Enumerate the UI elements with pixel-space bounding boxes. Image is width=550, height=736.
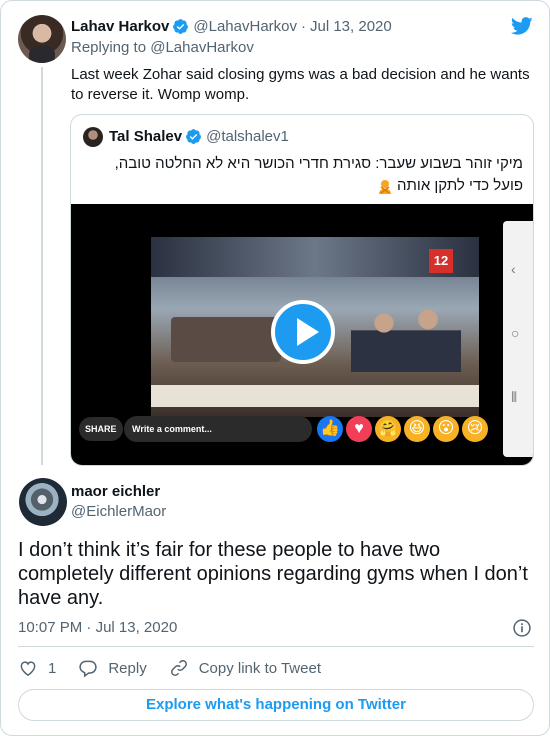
studio-people [351, 302, 461, 372]
link-icon [170, 660, 187, 676]
avatar-maor-eichler[interactable] [19, 478, 67, 526]
info-icon[interactable] [512, 618, 532, 638]
copy-link-label: Copy link to Tweet [198, 659, 321, 677]
author-handle[interactable]: @LahavHarkov [193, 18, 297, 35]
avatar-lahav-harkov[interactable] [18, 15, 66, 63]
replying-to-link[interactable]: @LahavHarkov [150, 39, 254, 56]
like-reaction-icon[interactable]: 👍 [317, 416, 343, 442]
video-player[interactable]: 12 ‹ ○ ⦀ SHARE Write a comment... 👍 ♥ 🤗 … [71, 204, 533, 465]
embedded-tweet-card: Lahav Harkov @LahavHarkov · Jul 13, 2020… [0, 0, 550, 736]
replying-to-line: Replying to @LahavHarkov [71, 39, 254, 56]
action-bar: 1 Reply Copy link to Tweet [18, 657, 343, 679]
verified-badge-icon [186, 129, 202, 144]
quoted-author-handle: @talshalev1 [206, 128, 289, 145]
reply-author-handle[interactable]: @EichlerMaor [71, 503, 166, 520]
home-circle-icon: ○ [511, 325, 520, 341]
parent-tweet-text: Last week Zohar said closing gyms was a … [71, 66, 530, 103]
reply-tweet-text: I don’t think it’s fair for these people… [18, 539, 528, 609]
reaction-bar: 👍 ♥ 🤗 😆 😮 😢 [317, 416, 488, 442]
haha-reaction-icon[interactable]: 😆 [404, 416, 430, 442]
avatar-tal-shalev [83, 127, 103, 147]
quoted-tweet[interactable]: Tal Shalev @talshalev1 מיקי זוהר בשבוע ש… [70, 114, 534, 466]
twitter-bird-icon[interactable] [510, 15, 534, 37]
recents-icon: ⦀ [511, 389, 518, 405]
quoted-tweet-text-block: מיקי זוהר בשבוע שעבר: סגירת חדרי הכושר ה… [83, 153, 523, 197]
reply-date: Jul 13, 2020 [95, 619, 178, 636]
quoted-author-row: Tal Shalev @talshalev1 [109, 128, 289, 145]
news-ticker-band [151, 385, 479, 407]
reply-time: 10:07 PM [18, 619, 83, 636]
care-reaction-icon[interactable]: 🤗 [375, 416, 401, 442]
divider [18, 646, 534, 647]
channel-logo: 12 [429, 249, 453, 273]
explore-twitter-button[interactable]: Explore what's happening on Twitter [18, 689, 534, 721]
reply-icon [79, 660, 98, 678]
heart-icon [20, 661, 36, 676]
share-button[interactable]: SHARE [79, 417, 123, 441]
author-name[interactable]: Lahav Harkov [71, 18, 169, 35]
tweet-date[interactable]: Jul 13, 2020 [310, 18, 392, 35]
reply-author-name[interactable]: maor eichler [71, 483, 160, 500]
separator-dot: · [301, 18, 306, 35]
reply-timestamp[interactable]: 10:07 PM · Jul 13, 2020 [18, 619, 177, 636]
parent-author-row: Lahav Harkov @LahavHarkov · Jul 13, 2020 [71, 18, 392, 35]
back-chevron-icon: ‹ [511, 261, 516, 277]
replying-prefix: Replying to [71, 39, 147, 56]
play-icon[interactable] [271, 300, 335, 364]
person-gesturing-no-emoji [378, 180, 391, 195]
like-button[interactable]: 1 [18, 658, 56, 678]
quoted-author-name: Tal Shalev [109, 128, 183, 145]
quoted-tweet-text: מיקי זוהר בשבוע שעבר: סגירת חדרי הכושר ה… [114, 155, 523, 194]
studio-desk [171, 317, 281, 362]
reply-button[interactable]: Reply [78, 658, 147, 678]
sad-reaction-icon[interactable]: 😢 [462, 416, 488, 442]
comment-input[interactable]: Write a comment... [124, 416, 312, 442]
separator-dot: · [86, 619, 92, 636]
wow-reaction-icon[interactable]: 😮 [433, 416, 459, 442]
like-count: 1 [48, 659, 57, 677]
phone-nav-bar: ‹ ○ ⦀ [503, 221, 533, 457]
thread-line [41, 67, 43, 465]
love-reaction-icon[interactable]: ♥ [346, 416, 372, 442]
verified-badge-icon [173, 19, 189, 34]
copy-link-button[interactable]: Copy link to Tweet [169, 658, 321, 678]
reply-label: Reply [108, 659, 147, 677]
